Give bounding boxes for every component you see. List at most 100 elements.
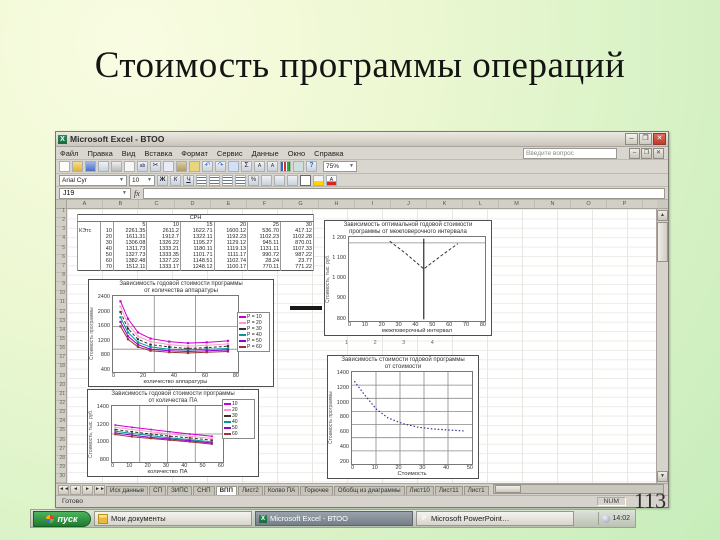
sheet-tab-СНП[interactable]: СНП: [193, 486, 215, 495]
restore-button[interactable]: ❐: [639, 133, 652, 145]
comma-icon[interactable]: [261, 174, 272, 186]
taskbar-task-powerpoint[interactable]: P Microsoft PowerPoint…: [416, 511, 574, 526]
spelling-icon[interactable]: [137, 161, 148, 172]
sheet-tab-СП[interactable]: СП: [149, 486, 167, 495]
column-header-I[interactable]: I: [355, 200, 391, 208]
next-sheet-icon[interactable]: ►: [82, 485, 93, 495]
open-icon[interactable]: [72, 161, 83, 172]
sheet-tab-Лист2[interactable]: Лист2: [237, 486, 263, 495]
table-cell[interactable]: 1248.12: [179, 264, 215, 271]
column-header-K[interactable]: K: [427, 200, 463, 208]
first-sheet-icon[interactable]: ◄◄: [58, 485, 69, 495]
column-header-O[interactable]: O: [571, 200, 607, 208]
copy-icon[interactable]: [163, 161, 174, 172]
column-header-G[interactable]: G: [283, 200, 319, 208]
underline-icon[interactable]: [183, 174, 194, 186]
scroll-down-icon[interactable]: ▼: [657, 471, 668, 482]
table-cell[interactable]: 1512.11: [112, 264, 148, 271]
format-painter-icon[interactable]: [189, 161, 200, 172]
fill-color-icon[interactable]: [313, 174, 324, 186]
align-left-icon[interactable]: [196, 174, 207, 186]
vertical-scrollbar[interactable]: ▲ ▼: [656, 209, 668, 483]
close-button[interactable]: ✕: [653, 133, 666, 145]
chart-cost-vs-pa-count[interactable]: Зависимость годовой стоимости программы о…: [87, 389, 259, 477]
hyperlink-icon[interactable]: [228, 161, 239, 172]
cut-icon[interactable]: [150, 161, 161, 172]
column-header-A[interactable]: A: [67, 200, 103, 208]
chart-cost-vs-price[interactable]: Зависимость стоимости годовой программы о…: [327, 355, 479, 479]
undo-icon[interactable]: [202, 161, 213, 172]
menu-Данные[interactable]: Данные: [252, 149, 279, 158]
borders-icon[interactable]: [300, 174, 311, 186]
sheet-tab-Лист11[interactable]: Лист11: [434, 486, 463, 495]
font-name-combobox[interactable]: Arial Cyr ▼: [59, 174, 127, 186]
column-header-E[interactable]: E: [211, 200, 247, 208]
autosum-icon[interactable]: [241, 161, 252, 172]
new-icon[interactable]: [59, 161, 70, 172]
menu-Справка[interactable]: Справка: [314, 149, 343, 158]
select-all-corner[interactable]: [56, 200, 67, 208]
chart-wizard-icon[interactable]: [280, 161, 291, 172]
help-icon[interactable]: [306, 161, 317, 172]
menu-Правка[interactable]: Правка: [87, 149, 112, 158]
align-right-icon[interactable]: [222, 174, 233, 186]
column-header-P[interactable]: P: [607, 200, 643, 208]
book-minimize-button[interactable]: –: [629, 147, 640, 159]
redo-icon[interactable]: [215, 161, 226, 172]
print-icon[interactable]: [111, 161, 122, 172]
black-line-object[interactable]: [290, 306, 322, 310]
print-preview-icon[interactable]: [124, 161, 135, 172]
table-cell[interactable]: 770.11: [247, 264, 282, 271]
sort-asc-icon[interactable]: [254, 161, 265, 172]
title-bar[interactable]: X Microsoft Excel - ВТОО – ❐ ✕: [56, 132, 668, 147]
taskbar-task-folder[interactable]: Мои документы: [94, 511, 252, 526]
decrease-decimal-icon[interactable]: [287, 174, 298, 186]
bold-icon[interactable]: [157, 174, 168, 186]
chart-optimal-interval[interactable]: Зависимость оптимальной годовой стоимост…: [324, 220, 492, 336]
column-header-L[interactable]: L: [463, 200, 499, 208]
sheet-tab-Горючее[interactable]: Горючее: [300, 486, 333, 495]
chart-cost-vs-equipment[interactable]: Зависимость годовой стоимости программы о…: [88, 279, 274, 387]
table-cell[interactable]: 1100.17: [213, 264, 249, 271]
column-header-B[interactable]: B: [103, 200, 139, 208]
table-cell[interactable]: 70: [99, 264, 114, 271]
zoom-combobox[interactable]: 75% ▼: [323, 161, 357, 172]
menu-Окно[interactable]: Окно: [288, 149, 305, 158]
vertical-scroll-thumb[interactable]: [657, 222, 668, 262]
sheet-tab-Обобщ из диаграммы[interactable]: Обобщ из диаграммы: [333, 486, 405, 495]
column-header-D[interactable]: D: [175, 200, 211, 208]
sheet-tab-ЗИПС[interactable]: ЗИПС: [167, 486, 193, 495]
font-size-combobox[interactable]: 10 ▼: [129, 174, 155, 186]
sort-desc-icon[interactable]: [267, 161, 278, 172]
save-icon[interactable]: [85, 161, 96, 172]
drawing-icon[interactable]: [293, 161, 304, 172]
question-box[interactable]: Введите вопрос: [523, 147, 617, 159]
menu-Файл[interactable]: Файл: [60, 149, 78, 158]
menu-Вид[interactable]: Вид: [122, 149, 136, 158]
paste-icon[interactable]: [176, 161, 187, 172]
align-center-icon[interactable]: [209, 174, 220, 186]
percent-icon[interactable]: [248, 174, 259, 186]
sheet-tab-Лист1[interactable]: Лист1: [463, 486, 489, 495]
table-cell[interactable]: 771.22: [280, 264, 314, 271]
scroll-up-icon[interactable]: ▲: [657, 210, 668, 221]
sheet-tab-Исх данные[interactable]: Исх данные: [106, 486, 149, 495]
column-header-N[interactable]: N: [535, 200, 571, 208]
cells-grid[interactable]: СРН 5 10 15 20 25 30 КЭтс 10 2261.35 2611.2 1622.71…: [67, 209, 656, 483]
font-color-icon[interactable]: [326, 174, 337, 186]
start-button[interactable]: пуск: [33, 510, 91, 527]
name-box[interactable]: J19 ▼: [59, 187, 131, 199]
menu-Вставка[interactable]: Вставка: [144, 149, 172, 158]
formula-input[interactable]: [142, 187, 665, 199]
book-restore-button[interactable]: ❐: [641, 147, 652, 159]
data-table[interactable]: СРН 5 10 15 20 25 30 КЭтс 10 2261.35 2611.2 1622.71…: [77, 214, 314, 271]
taskbar-task-excel[interactable]: X Microsoft Excel - ВТОО: [255, 511, 413, 526]
insert-function-icon[interactable]: fx: [134, 189, 140, 198]
column-header-F[interactable]: F: [247, 200, 283, 208]
sheet-tab-Колво ПА[interactable]: Колво ПА: [263, 486, 300, 495]
horizontal-scroll-thumb[interactable]: [494, 485, 521, 493]
menu-Сервис[interactable]: Сервис: [217, 149, 243, 158]
row-header-30[interactable]: 30: [56, 474, 66, 484]
sheet-tab-ВПП[interactable]: ВПП: [215, 486, 237, 495]
email-icon[interactable]: [98, 161, 109, 172]
